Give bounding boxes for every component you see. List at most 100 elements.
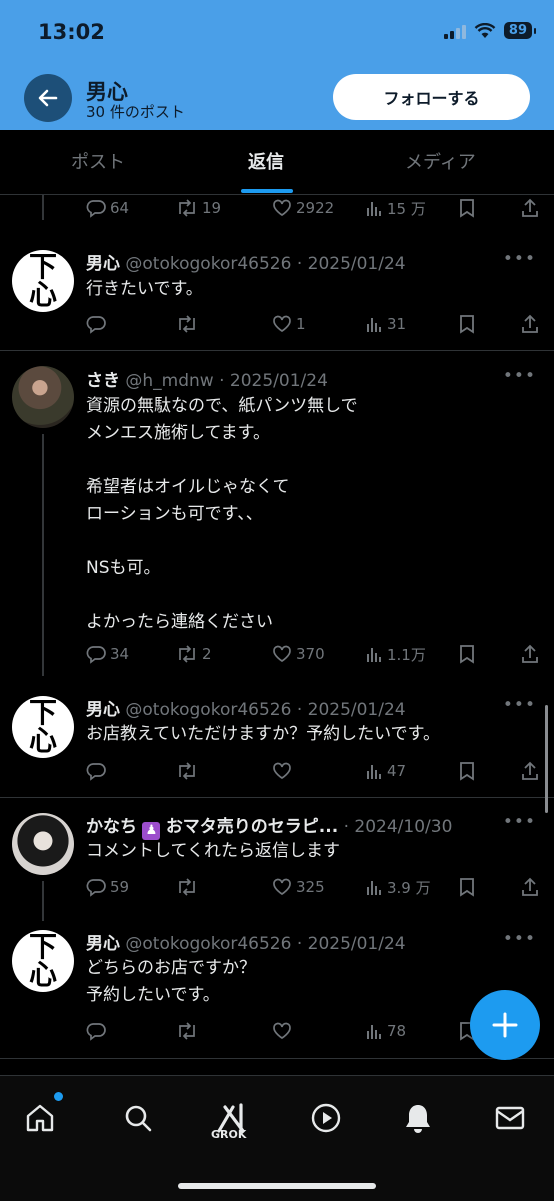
nav-search[interactable] [118, 1098, 158, 1138]
post-text: 資源の無駄なので、紙パンツ無しで メンエス施術してます。 希望者はオイルじゃなく… [86, 396, 358, 632]
reply-button[interactable] [86, 759, 110, 783]
view-count: 15 万 [387, 199, 426, 218]
cellular-signal-icon [443, 23, 466, 39]
share-button[interactable] [520, 875, 540, 899]
more-options-icon[interactable]: ••• [503, 695, 536, 715]
post-actions: 34 2 370 1.1万 [86, 642, 546, 666]
post-meta[interactable]: @otokogokor46526 · 2025/01/24 [125, 700, 405, 720]
views-button[interactable]: 3.9 万 [365, 875, 431, 899]
bottom-navigation: GROK [0, 1075, 554, 1201]
like-button[interactable]: 1 [272, 312, 306, 336]
views-button[interactable]: 78 [365, 1019, 406, 1043]
reply-button[interactable]: 59 [86, 875, 129, 899]
reply-button[interactable] [86, 312, 110, 336]
notification-dot [54, 1092, 63, 1101]
nav-home[interactable] [20, 1098, 60, 1138]
bookmark-button[interactable] [458, 196, 476, 220]
more-options-icon[interactable]: ••• [503, 366, 536, 386]
tab-replies[interactable]: 返信 [248, 148, 284, 174]
views-chart-icon [367, 881, 381, 895]
reply-button[interactable]: 34 [86, 642, 129, 666]
avatar[interactable]: 下 心 [12, 250, 74, 312]
tab-media[interactable]: メディア [405, 148, 476, 174]
post-meta[interactable]: @otokogokor46526 · 2025/01/24 [125, 934, 405, 954]
post-meta[interactable]: · 2024/10/30 [344, 817, 453, 837]
share-button[interactable] [520, 196, 540, 220]
view-count: 31 [387, 315, 407, 333]
thread-line [42, 195, 44, 220]
views-button[interactable]: 31 [365, 312, 406, 336]
like-button[interactable] [272, 759, 296, 783]
reply-icon [86, 646, 106, 664]
profile-header: 13:02 89 男心 30 件のポスト フォローする [0, 0, 554, 130]
more-options-icon[interactable]: ••• [503, 812, 536, 832]
heart-icon [273, 762, 291, 780]
tab-posts[interactable]: ポスト [71, 148, 125, 174]
avatar[interactable]: 下 心 [12, 696, 74, 758]
repost-button[interactable] [176, 1019, 202, 1043]
follow-button[interactable]: フォローする [333, 74, 530, 120]
avatar[interactable] [12, 813, 74, 875]
views-chart-icon [367, 648, 381, 662]
views-button[interactable]: 47 [365, 759, 406, 783]
reply-button[interactable] [86, 1019, 110, 1043]
post-header: 男心 @otokogokor46526 · 2025/01/24 [86, 249, 406, 274]
post-meta[interactable]: @h_mdnw · 2025/01/24 [125, 371, 328, 391]
avatar[interactable]: 下 心 [12, 930, 74, 992]
display-name[interactable]: 男心 [86, 934, 120, 954]
display-name[interactable]: さき [86, 371, 120, 391]
nav-notifications[interactable] [398, 1098, 438, 1138]
post-header: かなち ♟ おマタ売りのセラピ... · 2024/10/30 [86, 812, 452, 840]
repost-icon [179, 1022, 195, 1040]
post-meta[interactable]: @otokogokor46526 · 2025/01/24 [125, 254, 405, 274]
repost-button[interactable] [176, 312, 202, 336]
status-icons: 89 [443, 22, 537, 39]
like-button[interactable] [272, 1019, 296, 1043]
like-button[interactable]: 2922 [272, 196, 334, 220]
compose-post-button[interactable] [470, 990, 540, 1060]
repost-button[interactable] [176, 759, 202, 783]
repost-button[interactable] [176, 875, 202, 899]
views-button[interactable]: 1.1万 [365, 642, 426, 666]
search-icon [125, 1105, 152, 1132]
more-options-icon[interactable]: ••• [503, 249, 536, 269]
repost-button[interactable]: 2 [176, 642, 212, 666]
scrollbar[interactable] [545, 705, 548, 813]
share-button[interactable] [520, 759, 540, 783]
status-time: 13:02 [38, 20, 105, 44]
post-divider [0, 797, 554, 798]
more-options-icon[interactable]: ••• [503, 929, 536, 949]
share-icon [522, 761, 538, 780]
avatar-glyph-top: 下 [28, 696, 57, 729]
home-icon [26, 1104, 54, 1132]
heart-icon [273, 315, 291, 333]
reply-button[interactable]: 64 [86, 196, 129, 220]
views-button[interactable]: 15 万 [365, 196, 426, 220]
bookmark-button[interactable] [458, 759, 476, 783]
bookmark-button[interactable] [458, 312, 476, 336]
repost-count: 19 [202, 199, 222, 217]
reply-count: 59 [110, 878, 130, 896]
bookmark-button[interactable] [458, 642, 476, 666]
repost-button[interactable]: 19 [176, 196, 221, 220]
share-button[interactable] [520, 642, 540, 666]
play-circle-icon [311, 1103, 341, 1133]
repost-count: 2 [202, 645, 212, 663]
nav-video[interactable] [306, 1098, 346, 1138]
like-button[interactable]: 325 [272, 875, 325, 899]
like-button[interactable]: 370 [272, 642, 325, 666]
like-count: 370 [296, 645, 325, 663]
avatar-glyph-bottom: 心 [28, 278, 57, 311]
share-button[interactable] [520, 312, 540, 336]
like-count: 1 [296, 315, 306, 333]
avatar[interactable] [12, 366, 74, 428]
display-name-suffix[interactable]: おマタ売りのセラピ... [166, 817, 338, 837]
back-button[interactable] [24, 74, 72, 122]
display-name[interactable]: かなち [86, 817, 137, 837]
view-count: 3.9 万 [387, 878, 431, 897]
display-name[interactable]: 男心 [86, 254, 120, 274]
display-name[interactable]: 男心 [86, 700, 120, 720]
post-divider [0, 350, 554, 351]
bookmark-button[interactable] [458, 875, 476, 899]
nav-messages[interactable] [490, 1098, 530, 1138]
